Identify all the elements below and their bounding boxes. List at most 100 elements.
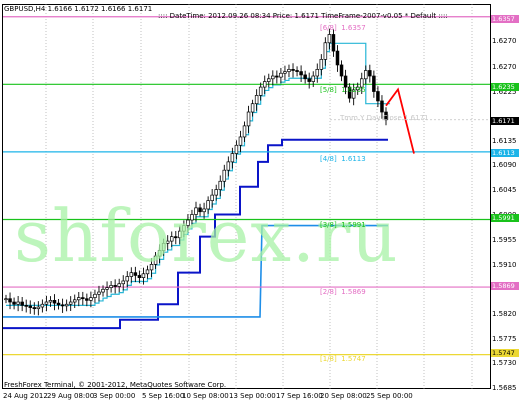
candle-body (339, 64, 344, 77)
candle-body (315, 69, 320, 77)
candle-body (28, 305, 33, 308)
y-tick: 1.5955 (492, 236, 517, 244)
candle-body (60, 304, 65, 307)
candle-body (48, 300, 53, 303)
candle-body (267, 78, 271, 82)
candle-body (105, 287, 109, 290)
candle-body (72, 299, 77, 303)
candle-body (250, 103, 255, 113)
candle-body (226, 161, 231, 171)
candle-body (24, 305, 28, 307)
candle-body (97, 291, 101, 295)
watermark: shforex.ru (14, 194, 399, 278)
candle-body (258, 86, 263, 96)
candle-body (279, 72, 283, 78)
candle-body (323, 42, 328, 60)
current-price-tag: 1.6171 (491, 117, 519, 125)
level-5-8-label: [5/8] 1.6235 (320, 86, 366, 94)
x-tick: 20 Sep 08:00 (320, 392, 367, 400)
candle-body (254, 95, 259, 105)
candle-body (335, 50, 340, 66)
candle-body (68, 301, 73, 305)
x-tick: 3 Sep 00:00 (93, 392, 136, 400)
y-tick: 1.5685 (492, 384, 517, 392)
level-1-8-label: [1/8] 1.5747 (320, 355, 366, 363)
candle-body (299, 71, 303, 76)
candle-body (93, 293, 97, 298)
x-tick: 10 Sep 08:00 (182, 392, 229, 400)
y-tick: 1.5910 (492, 261, 517, 269)
candle-body (44, 301, 49, 305)
candle-body (12, 301, 16, 305)
candle-body (291, 69, 295, 71)
candle-body (222, 169, 227, 182)
candle-body (77, 297, 81, 301)
symbol-info: GBPUSD,H4 1.6166 1.6172 1.6166 1.6171 (4, 5, 153, 13)
y-tick: 1.6270 (492, 63, 517, 71)
y-tick: 1.6135 (492, 137, 517, 145)
candle-body (4, 298, 8, 301)
price-tag-1-8: 1.5747 (491, 349, 519, 357)
x-tick: 17 Sep 16:00 (276, 392, 323, 400)
candle-body (364, 70, 368, 80)
candle-body (287, 69, 291, 72)
y-tick: 1.6090 (492, 161, 517, 169)
candle-body (376, 91, 380, 102)
candle-body (113, 285, 117, 287)
candle-body (275, 75, 279, 78)
candle-body (331, 34, 336, 52)
y-tick: 1.5730 (492, 359, 517, 367)
y-tick: 1.6270 (492, 37, 517, 45)
candle-body (319, 59, 324, 70)
candle-body (234, 144, 239, 154)
candle-body (380, 100, 384, 113)
candle-body (64, 303, 69, 307)
candle-body (121, 280, 125, 285)
candle-body (271, 75, 275, 80)
candle-body (218, 180, 223, 190)
candle-body (246, 111, 251, 127)
x-tick: 29 Aug 08:00 (47, 392, 95, 400)
candle-body (307, 78, 311, 82)
level-4-8-label: [4/8] 1.6113 (320, 155, 366, 163)
candle-body (8, 298, 12, 303)
level-3-8-label: [3/8] 1.5991 (320, 221, 366, 229)
candle-body (117, 283, 121, 287)
y-tick: 1.5775 (492, 335, 517, 343)
level-6-8-label: [6/8] 1.6357 (320, 24, 366, 32)
price-tag-3-8: 1.5991 (491, 214, 519, 222)
candle-body (311, 75, 315, 82)
candle-body (101, 288, 105, 293)
candle-body (368, 70, 372, 77)
candle-body (20, 301, 24, 306)
y-tick: 1.5820 (492, 310, 517, 318)
candle-body (56, 302, 61, 306)
x-tick: 13 Sep 00:00 (229, 392, 276, 400)
candle-body (230, 153, 235, 163)
candle-body (16, 301, 20, 305)
candle-body (295, 70, 299, 72)
candle-body (303, 74, 307, 80)
candle-body (36, 306, 41, 310)
candle-body (372, 75, 376, 92)
candle-body (238, 136, 243, 146)
indicator-info-line: :::: DateTime: 2012.09.26 08:34 Price: 1… (158, 12, 448, 20)
x-tick: 5 Sep 16:00 (142, 392, 185, 400)
candle-body (40, 303, 45, 308)
price-tag-4-8: 1.6113 (491, 149, 519, 157)
candle-body (283, 71, 287, 74)
candle-body (81, 297, 85, 300)
candle-body (327, 34, 332, 44)
price-tag-5-8: 1.6235 (491, 83, 519, 91)
level-2-8-label: [2/8] 1.5869 (320, 288, 366, 296)
candle-body (109, 285, 113, 288)
candle-body (262, 81, 267, 88)
candle-body (32, 307, 37, 310)
candle-body (89, 297, 93, 301)
copyright-text: FreshForex Terminal, © 2001-2012, MetaQu… (4, 381, 227, 389)
candle-body (242, 125, 247, 138)
y-tick: 1.6045 (492, 186, 517, 194)
price-tag-2-8: 1.5869 (491, 282, 519, 290)
x-tick: 25 Sep 00:00 (366, 392, 413, 400)
candle-body (85, 298, 89, 301)
